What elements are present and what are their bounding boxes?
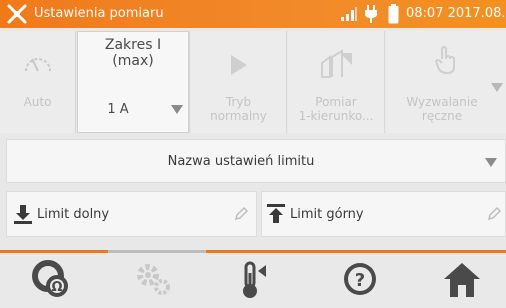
- one-direction-icon: [321, 49, 352, 78]
- battery-icon: [388, 4, 399, 24]
- current-range-label: Zakres I: [104, 37, 162, 53]
- current-range-sublabel: (max): [112, 53, 154, 69]
- lower-limit-button[interactable]: Limit dolny: [6, 191, 257, 237]
- auto-range-label: Auto: [23, 95, 52, 109]
- trigger-label-1: Wyzwalanie: [406, 95, 478, 109]
- play-icon: [231, 55, 247, 75]
- touch-trigger-icon: [434, 45, 455, 75]
- home-button[interactable]: [438, 259, 486, 301]
- clock: 08:07 2017.08.11: [406, 6, 506, 21]
- mode-tile[interactable]: Tryb normalny: [191, 31, 287, 133]
- probe-clamp-icon: Ω: [32, 260, 68, 297]
- measurement-direction-label-1: Pomiar: [315, 95, 357, 109]
- mode-label-2: normalny: [210, 109, 267, 123]
- trigger-tile[interactable]: Wyzwalanie ręczne: [386, 31, 506, 133]
- plug-icon: [365, 5, 377, 23]
- upper-limit-button[interactable]: Limit górny: [261, 191, 506, 237]
- chevron-down-icon: [485, 158, 497, 167]
- current-range-value: 1 A: [107, 102, 129, 117]
- lower-limit-label: Limit dolny: [37, 207, 110, 222]
- svg-text:?: ?: [355, 270, 365, 291]
- current-range-tile[interactable]: Zakres I (max) 1 A: [77, 31, 190, 133]
- limit-settings-name-label: Nazwa ustawień limitu: [167, 154, 315, 169]
- trigger-label-2: ręczne: [421, 109, 463, 123]
- selected-tab-indicator: [108, 250, 206, 253]
- limit-settings-name-dropdown[interactable]: Nazwa ustawień limitu: [6, 139, 506, 183]
- edit-pencil-icon: [234, 206, 249, 221]
- bottom-toolbar: Ω ?: [0, 250, 506, 308]
- upper-limit-label: Limit górny: [290, 207, 364, 222]
- thermometer-icon: [243, 261, 266, 298]
- measurement-direction-label-2: 1-kierunko...: [298, 109, 374, 123]
- mode-label-1: Tryb: [225, 95, 252, 109]
- measurement-direction-tile[interactable]: Pomiar 1-kierunko...: [288, 31, 385, 133]
- measurement-settings-button[interactable]: Ω: [28, 259, 76, 301]
- temperature-button[interactable]: [232, 259, 280, 301]
- edit-pencil-icon: [487, 206, 502, 221]
- svg-text:Ω: Ω: [51, 280, 62, 295]
- settings-tool-icon: [7, 4, 27, 24]
- chevron-down-icon: [171, 105, 183, 114]
- upload-arrow-icon: [267, 204, 285, 223]
- gears-icon: [137, 264, 170, 295]
- help-button[interactable]: ?: [336, 259, 384, 301]
- window-title: Ustawienia pomiaru: [34, 6, 164, 21]
- download-arrow-icon: [14, 205, 32, 224]
- home-icon: [444, 263, 480, 297]
- settings-button[interactable]: [130, 259, 178, 301]
- signal-icon: [341, 7, 357, 21]
- chevron-down-icon: [491, 83, 503, 92]
- auto-range-icon: [25, 58, 51, 72]
- auto-range-tile[interactable]: Auto: [0, 31, 76, 133]
- help-icon: ?: [344, 263, 376, 295]
- status-bar: Ustawienia pomiaru 08:07 2017.08.11: [0, 0, 506, 28]
